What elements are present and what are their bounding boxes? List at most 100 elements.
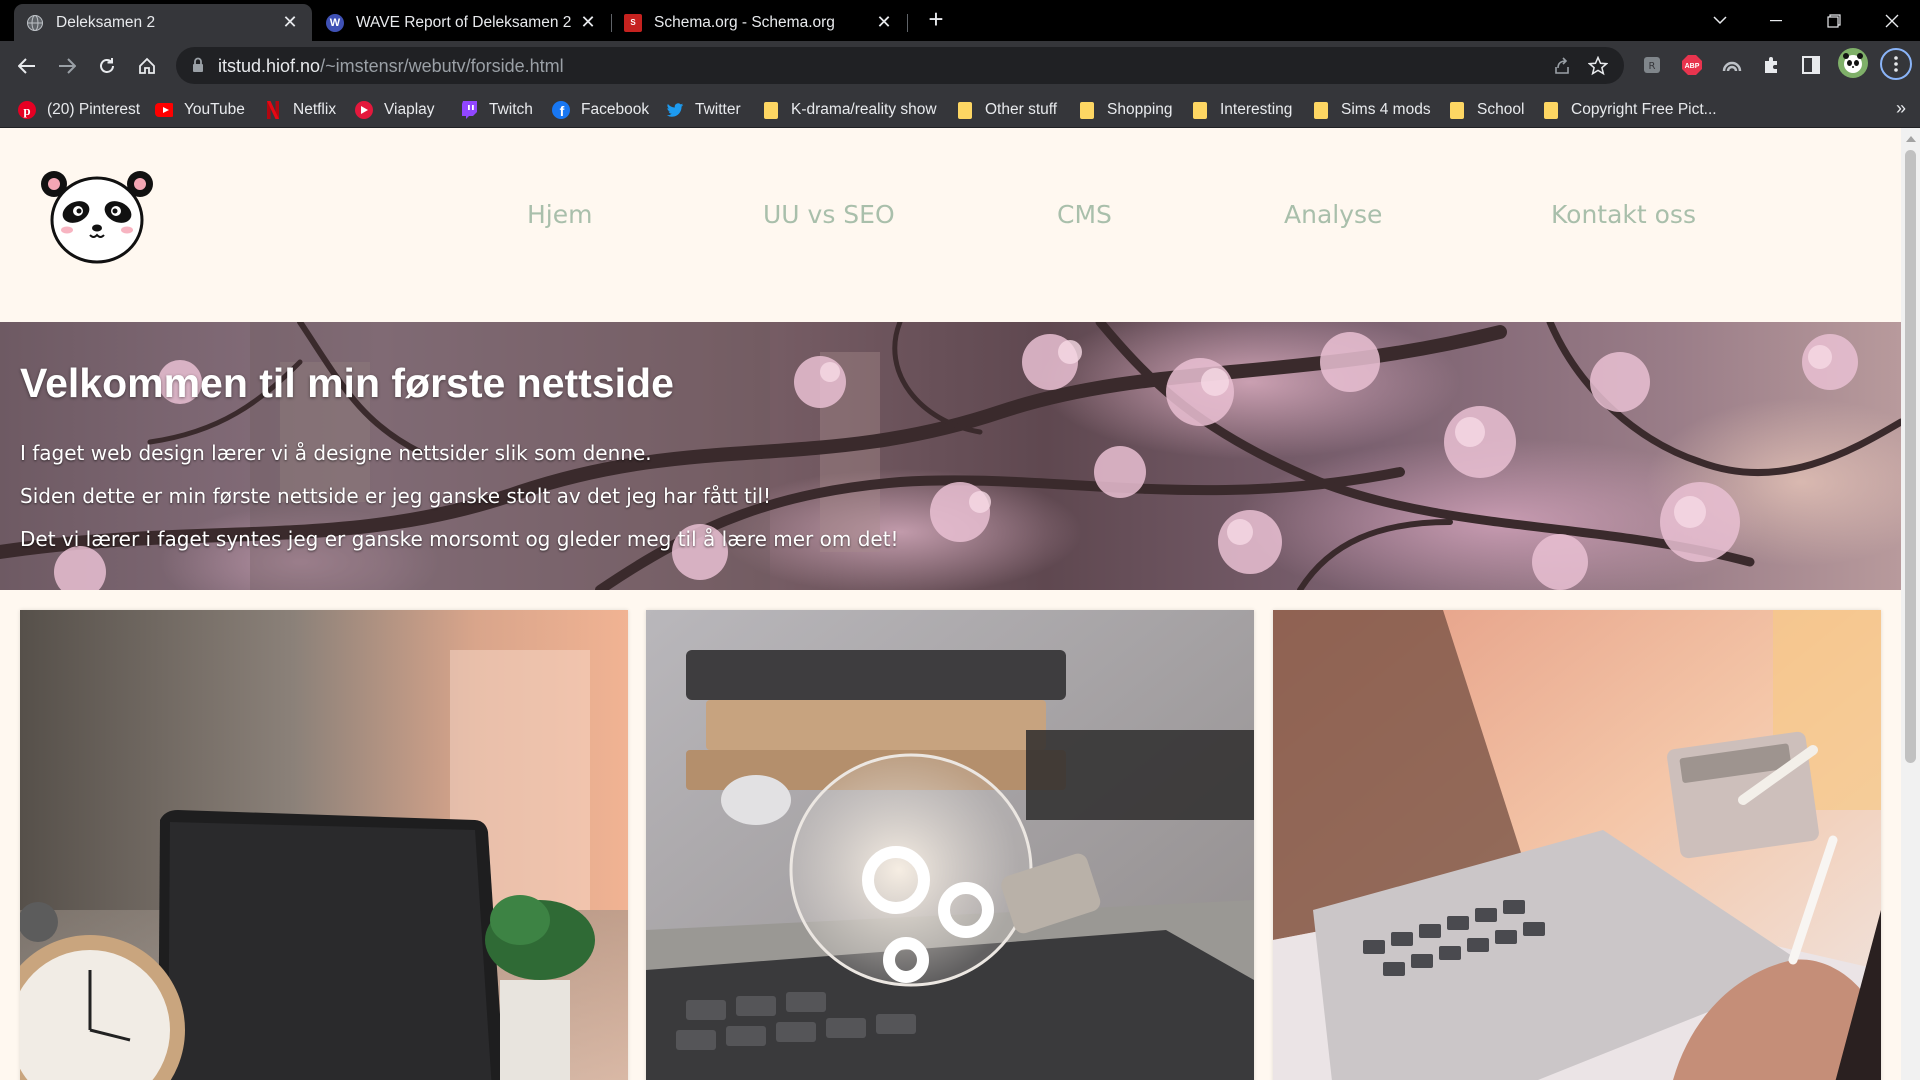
netflix-icon bbox=[264, 101, 282, 119]
bookmark-folder-school[interactable]: School bbox=[1448, 99, 1524, 121]
back-button[interactable] bbox=[10, 49, 44, 83]
star-icon[interactable] bbox=[1587, 55, 1609, 81]
bookmark-pinterest[interactable]: p (20) Pinterest bbox=[18, 99, 140, 121]
twitter-icon bbox=[666, 101, 684, 119]
bookmark-label: Interesting bbox=[1220, 101, 1293, 118]
restore-button[interactable] bbox=[1806, 0, 1862, 41]
page-scrollbar[interactable] bbox=[1901, 128, 1920, 1080]
extension-puzzle-grey-icon[interactable]: R bbox=[1638, 51, 1666, 79]
bookmark-netflix[interactable]: Netflix bbox=[264, 99, 336, 121]
share-icon[interactable] bbox=[1552, 56, 1572, 81]
nav-link-kontakt-oss[interactable]: Kontakt oss bbox=[1551, 200, 1696, 229]
nav-link-analyse[interactable]: Analyse bbox=[1284, 200, 1382, 229]
hero-banner: Velkommen til min første nettside I fage… bbox=[0, 322, 1901, 590]
card-lightbulb[interactable] bbox=[646, 610, 1254, 1080]
forward-button[interactable] bbox=[50, 49, 84, 83]
bookmark-folder-copyright[interactable]: Copyright Free Pict... bbox=[1542, 99, 1717, 121]
panda-logo[interactable] bbox=[38, 168, 156, 264]
tab-schema-org[interactable]: S Schema.org - Schema.org ✕ bbox=[612, 4, 906, 41]
tab-search-icon[interactable] bbox=[1692, 0, 1748, 41]
globe-icon bbox=[26, 14, 44, 32]
tab-title: Deleksamen 2 bbox=[56, 13, 156, 31]
nav-link-uu-vs-seo[interactable]: UU vs SEO bbox=[763, 200, 895, 229]
close-tab-icon[interactable]: ✕ bbox=[874, 12, 894, 33]
bookmark-label: Netflix bbox=[293, 101, 337, 118]
lock-icon[interactable] bbox=[192, 57, 204, 78]
profile-avatar[interactable] bbox=[1838, 48, 1868, 78]
browser-toolbar: itstud.hiof.no/~imstensr/webutv/forside.… bbox=[0, 41, 1920, 90]
bookmarks-bar: p (20) Pinterest YouTube Netflix Viaplay… bbox=[0, 90, 1920, 128]
lightbulb-laptop-image bbox=[646, 610, 1254, 1080]
bookmark-label: K-drama/reality show bbox=[791, 101, 937, 118]
nav-link-hjem[interactable]: Hjem bbox=[527, 200, 592, 229]
svg-text:p: p bbox=[23, 103, 30, 118]
pinterest-icon: p bbox=[18, 101, 36, 119]
folder-icon bbox=[956, 101, 974, 119]
nav-link-cms[interactable]: CMS bbox=[1057, 200, 1112, 229]
bookmark-label: Viaplay bbox=[384, 101, 435, 118]
bookmark-viaplay[interactable]: Viaplay bbox=[355, 99, 435, 121]
tab-wave-report[interactable]: W WAVE Report of Deleksamen 2 ✕ bbox=[314, 4, 610, 41]
hero-title: Velkommen til min første nettside bbox=[20, 360, 674, 406]
scrollbar-thumb[interactable] bbox=[1905, 150, 1916, 763]
bookmark-folder-shopping[interactable]: Shopping bbox=[1078, 99, 1173, 121]
hero-paragraph: Det vi lærer i faget syntes jeg er gansk… bbox=[20, 527, 899, 551]
bookmark-label: School bbox=[1477, 101, 1525, 118]
folder-icon bbox=[1448, 101, 1466, 119]
bookmark-folder-interesting[interactable]: Interesting bbox=[1191, 99, 1292, 121]
page-viewport: Hjem UU vs SEO CMS Analyse Kontakt oss V… bbox=[0, 128, 1920, 1080]
laptop-clock-image bbox=[20, 610, 628, 1080]
close-tab-icon[interactable]: ✕ bbox=[280, 12, 300, 33]
svg-text:R: R bbox=[1649, 61, 1656, 72]
schema-icon: S bbox=[624, 13, 642, 32]
hero-paragraph: I faget web design lærer vi å designe ne… bbox=[20, 441, 652, 465]
card-laptop-calculator[interactable] bbox=[1273, 610, 1881, 1080]
tab-deleksamen[interactable]: Deleksamen 2 ✕ bbox=[14, 4, 312, 41]
chevron-right-double-icon[interactable]: » bbox=[1896, 98, 1906, 119]
bookmark-facebook[interactable]: f Facebook bbox=[552, 99, 649, 121]
tab-divider bbox=[907, 14, 908, 32]
folder-icon bbox=[762, 101, 780, 119]
bookmark-folder-kdrama[interactable]: K-drama/reality show bbox=[762, 99, 937, 121]
rainbow-extension-icon[interactable] bbox=[1718, 51, 1746, 79]
bookmark-label: Facebook bbox=[581, 101, 650, 118]
bookmark-youtube[interactable]: YouTube bbox=[155, 99, 245, 121]
address-bar[interactable]: itstud.hiof.no/~imstensr/webutv/forside.… bbox=[176, 47, 1624, 84]
extensions-puzzle-icon[interactable] bbox=[1758, 51, 1786, 79]
bookmark-folder-sims[interactable]: Sims 4 mods bbox=[1312, 99, 1431, 121]
bookmark-label: Twitter bbox=[695, 101, 741, 118]
laptop-calculator-image bbox=[1273, 610, 1881, 1080]
scroll-up-arrow-icon[interactable] bbox=[1906, 136, 1916, 142]
twitch-icon bbox=[460, 101, 478, 119]
bookmark-label: Shopping bbox=[1107, 101, 1173, 118]
adblock-plus-icon[interactable]: ABP bbox=[1678, 51, 1706, 79]
bookmark-label: Sims 4 mods bbox=[1341, 101, 1431, 118]
menu-kebab-icon[interactable] bbox=[1880, 48, 1912, 80]
svg-text:f: f bbox=[560, 103, 565, 119]
hero-paragraph: Siden dette er min første nettside er je… bbox=[20, 484, 772, 508]
close-window-button[interactable] bbox=[1864, 0, 1920, 41]
bookmark-label: (20) Pinterest bbox=[47, 101, 141, 118]
reload-button[interactable] bbox=[90, 49, 124, 83]
home-button[interactable] bbox=[130, 49, 164, 83]
viaplay-icon bbox=[355, 101, 373, 119]
bookmark-label: Other stuff bbox=[985, 101, 1058, 118]
folder-icon bbox=[1191, 101, 1209, 119]
folder-icon bbox=[1542, 101, 1560, 119]
site-header: Hjem UU vs SEO CMS Analyse Kontakt oss bbox=[0, 128, 1901, 322]
url-host: itstud.hiof.no bbox=[218, 56, 321, 76]
tab-strip: Deleksamen 2 ✕ W WAVE Report of Deleksam… bbox=[0, 0, 1920, 41]
folder-icon bbox=[1078, 101, 1096, 119]
new-tab-button[interactable]: + bbox=[922, 6, 950, 34]
minimize-button[interactable] bbox=[1748, 0, 1804, 41]
bookmark-twitter[interactable]: Twitter bbox=[666, 99, 741, 121]
bookmark-label: Twitch bbox=[489, 101, 533, 118]
side-panel-icon[interactable] bbox=[1797, 51, 1825, 79]
folder-icon bbox=[1312, 101, 1330, 119]
close-tab-icon[interactable]: ✕ bbox=[578, 12, 598, 33]
youtube-icon bbox=[155, 101, 173, 119]
bookmark-folder-other[interactable]: Other stuff bbox=[956, 99, 1057, 121]
card-laptop-clock[interactable] bbox=[20, 610, 628, 1080]
bookmark-twitch[interactable]: Twitch bbox=[460, 99, 533, 121]
bookmark-label: YouTube bbox=[184, 101, 245, 118]
